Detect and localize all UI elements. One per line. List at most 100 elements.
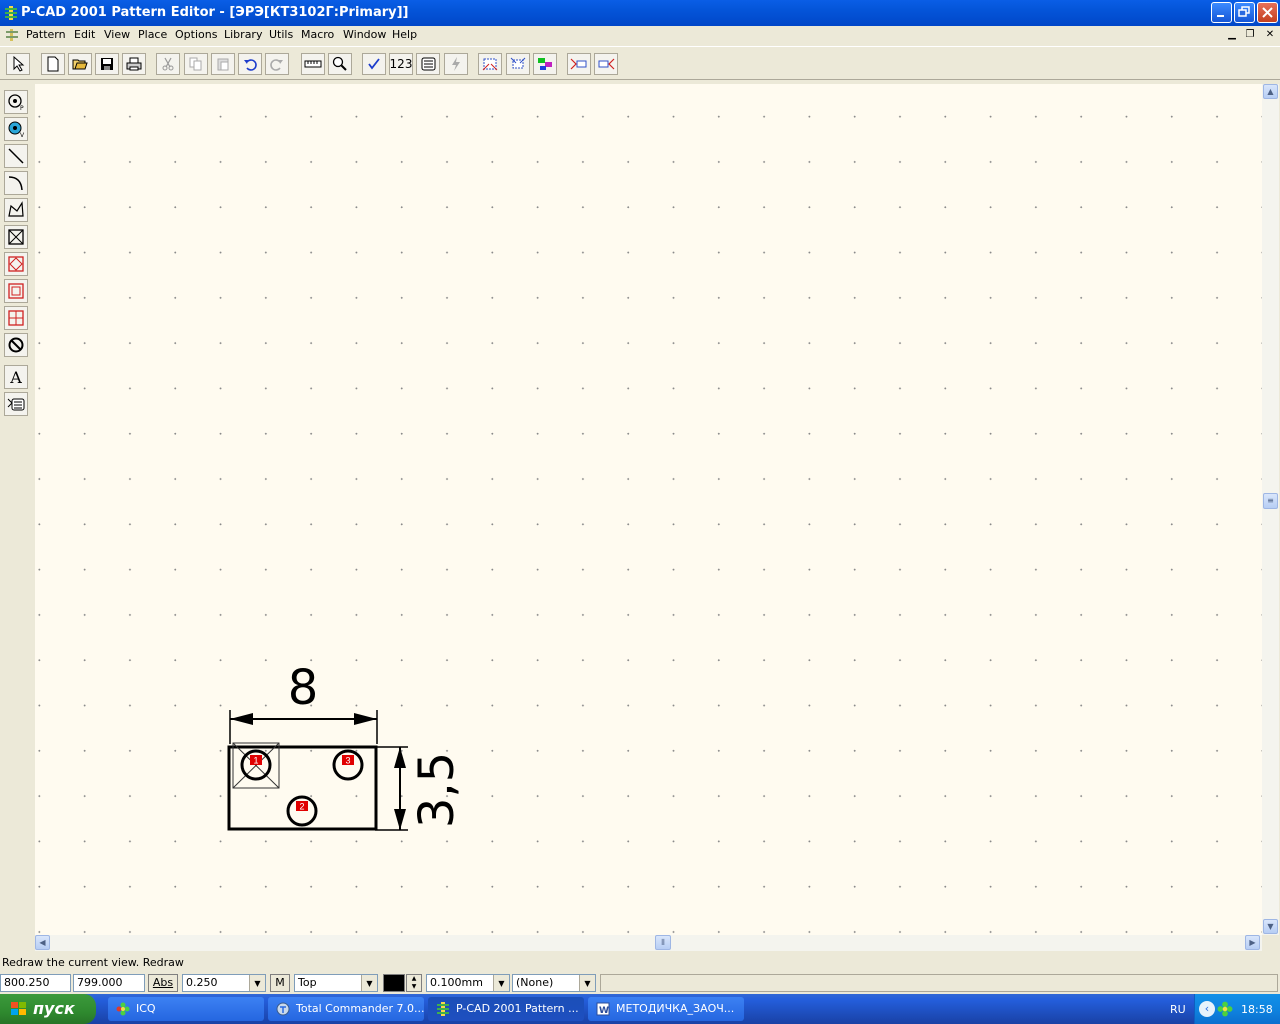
horizontal-scrollbar[interactable]: ◀ ⦀ ▶ (35, 935, 1262, 951)
chevron-down-icon[interactable]: ▼ (361, 975, 377, 991)
y-coordinate-field[interactable]: 799.000 (73, 974, 145, 992)
print-button[interactable] (122, 53, 146, 75)
x-coordinate-field[interactable]: 800.250 (0, 974, 71, 992)
menu-utils[interactable]: Utils (269, 28, 293, 41)
line-width-select[interactable]: 0.100mm ▼ (426, 974, 510, 992)
text-tool-icon: A (10, 367, 22, 387)
minimize-button[interactable] (1211, 2, 1232, 23)
menu-place[interactable]: Place (138, 28, 167, 41)
style-select[interactable]: (None) ▼ (512, 974, 596, 992)
taskbar-item-total-commander[interactable]: Total Commander 7.0... (268, 997, 424, 1021)
height-dimension[interactable] (375, 746, 408, 831)
new-file-icon (47, 56, 59, 72)
cutout-icon (8, 283, 24, 299)
pattern-properties-button[interactable] (416, 53, 440, 75)
menu-help[interactable]: Help (392, 28, 417, 41)
width-dimension-value[interactable]: 8 (288, 660, 319, 716)
place-attribute-button[interactable] (4, 392, 28, 416)
paste-button[interactable] (211, 53, 235, 75)
mdi-minimize-icon[interactable]: ▁ (1225, 28, 1239, 41)
new-button[interactable] (41, 53, 65, 75)
zoom-button[interactable] (328, 53, 352, 75)
cut-button[interactable] (156, 53, 180, 75)
menu-view[interactable]: View (104, 28, 130, 41)
arrow-cursor-icon (13, 56, 25, 72)
place-keepout-button[interactable] (4, 225, 28, 249)
place-via-button[interactable]: V (4, 117, 28, 141)
prohibited-icon (8, 337, 24, 353)
status-message-bar: Redraw the current view. Redraw (0, 953, 1280, 971)
place-pad-icon: P (8, 94, 24, 111)
scroll-up-icon[interactable]: ▲ (1263, 84, 1278, 99)
printer-icon (126, 57, 142, 71)
mdi-restore-icon[interactable]: ❐ (1243, 28, 1257, 41)
place-plane-button[interactable] (4, 306, 28, 330)
menu-edit[interactable]: Edit (74, 28, 95, 41)
select-button[interactable] (6, 53, 30, 75)
style-value: (None) (516, 976, 554, 989)
m-button[interactable]: M (270, 974, 290, 992)
via-style-button[interactable] (506, 53, 530, 75)
taskbar-item-label: P-CAD 2001 Pattern ... (456, 1002, 579, 1015)
layers-button[interactable] (533, 53, 557, 75)
taskbar-item-icq[interactable]: ICQ (108, 997, 264, 1021)
title-bar[interactable]: P-CAD 2001 Pattern Editor - [ЭРЭ[КТ3102Г… (0, 0, 1280, 26)
place-text-button[interactable]: A (4, 365, 28, 389)
main-toolbar: 123 (0, 46, 1280, 80)
vertical-scroll-thumb[interactable]: ≡ (1263, 493, 1278, 509)
place-arc-button[interactable] (4, 171, 28, 195)
pattern-canvas[interactable]: 1 3 2 8 3,5 (35, 84, 1262, 935)
menu-library[interactable]: Library (224, 28, 262, 41)
measure-button[interactable] (301, 53, 325, 75)
chevron-down-icon[interactable]: ▼ (249, 975, 265, 991)
layer-select[interactable]: Top ▼ (294, 974, 378, 992)
close-button[interactable] (1257, 2, 1278, 23)
menu-options[interactable]: Options (175, 28, 217, 41)
lightning-button[interactable] (444, 53, 468, 75)
copy-button[interactable] (184, 53, 208, 75)
place-pad-button[interactable]: P (4, 90, 28, 114)
place-cutout-button[interactable] (4, 279, 28, 303)
chevron-down-icon[interactable]: ▼ (493, 975, 509, 991)
pad-style-button[interactable] (478, 53, 502, 75)
layer-color-swatch[interactable] (383, 974, 405, 992)
horizontal-scroll-thumb[interactable]: ⦀ (655, 935, 671, 950)
icq-flower-icon (116, 1002, 130, 1016)
place-no-connect-button[interactable] (4, 333, 28, 357)
grid-select[interactable]: 0.250 ▼ (182, 974, 266, 992)
chevron-down-icon[interactable]: ▼ (579, 975, 595, 991)
align-left-button[interactable] (567, 53, 591, 75)
clock[interactable]: 18:58 (1241, 1003, 1273, 1016)
restore-button[interactable] (1234, 2, 1255, 23)
menu-window[interactable]: Window (343, 28, 386, 41)
taskbar-item-word-document[interactable]: W МЕТОДИЧКА_ЗАОЧ... (588, 997, 744, 1021)
scroll-down-icon[interactable]: ▼ (1263, 919, 1278, 934)
menu-macro[interactable]: Macro (301, 28, 334, 41)
scroll-right-icon[interactable]: ▶ (1245, 935, 1260, 950)
pad-1-number: 1 (253, 756, 258, 766)
redo-button[interactable] (265, 53, 289, 75)
design-rule-check-button[interactable] (362, 53, 386, 75)
scroll-left-icon[interactable]: ◀ (35, 935, 50, 950)
menu-pattern[interactable]: Pattern (26, 28, 66, 41)
language-indicator[interactable]: RU (1170, 1003, 1186, 1016)
start-button[interactable]: пуск (0, 994, 96, 1024)
vertical-scrollbar[interactable]: ▲ ≡ ▼ (1262, 84, 1279, 935)
layer-spin-buttons[interactable]: ▲ ▼ (406, 974, 422, 992)
taskbar-item-pcad[interactable]: P-CAD 2001 Pattern ... (428, 997, 584, 1021)
place-line-button[interactable] (4, 144, 28, 168)
show-hidden-icons-icon[interactable]: ‹ (1199, 1001, 1215, 1017)
undo-button[interactable] (238, 53, 262, 75)
line-width-value: 0.100mm (430, 976, 483, 989)
open-button[interactable] (68, 53, 92, 75)
align-right-button[interactable] (594, 53, 618, 75)
icq-tray-icon[interactable] (1217, 1001, 1233, 1017)
abs-toggle-button[interactable]: Abs (148, 974, 178, 992)
height-dimension-value[interactable]: 3,5 (409, 752, 465, 828)
document-icon[interactable] (6, 29, 18, 41)
mdi-close-icon[interactable]: ✕ (1263, 28, 1277, 41)
place-copper-pour-button[interactable] (4, 252, 28, 276)
save-button[interactable] (95, 53, 119, 75)
place-polygon-button[interactable] (4, 198, 28, 222)
renumber-pads-button[interactable]: 123 (389, 53, 413, 75)
